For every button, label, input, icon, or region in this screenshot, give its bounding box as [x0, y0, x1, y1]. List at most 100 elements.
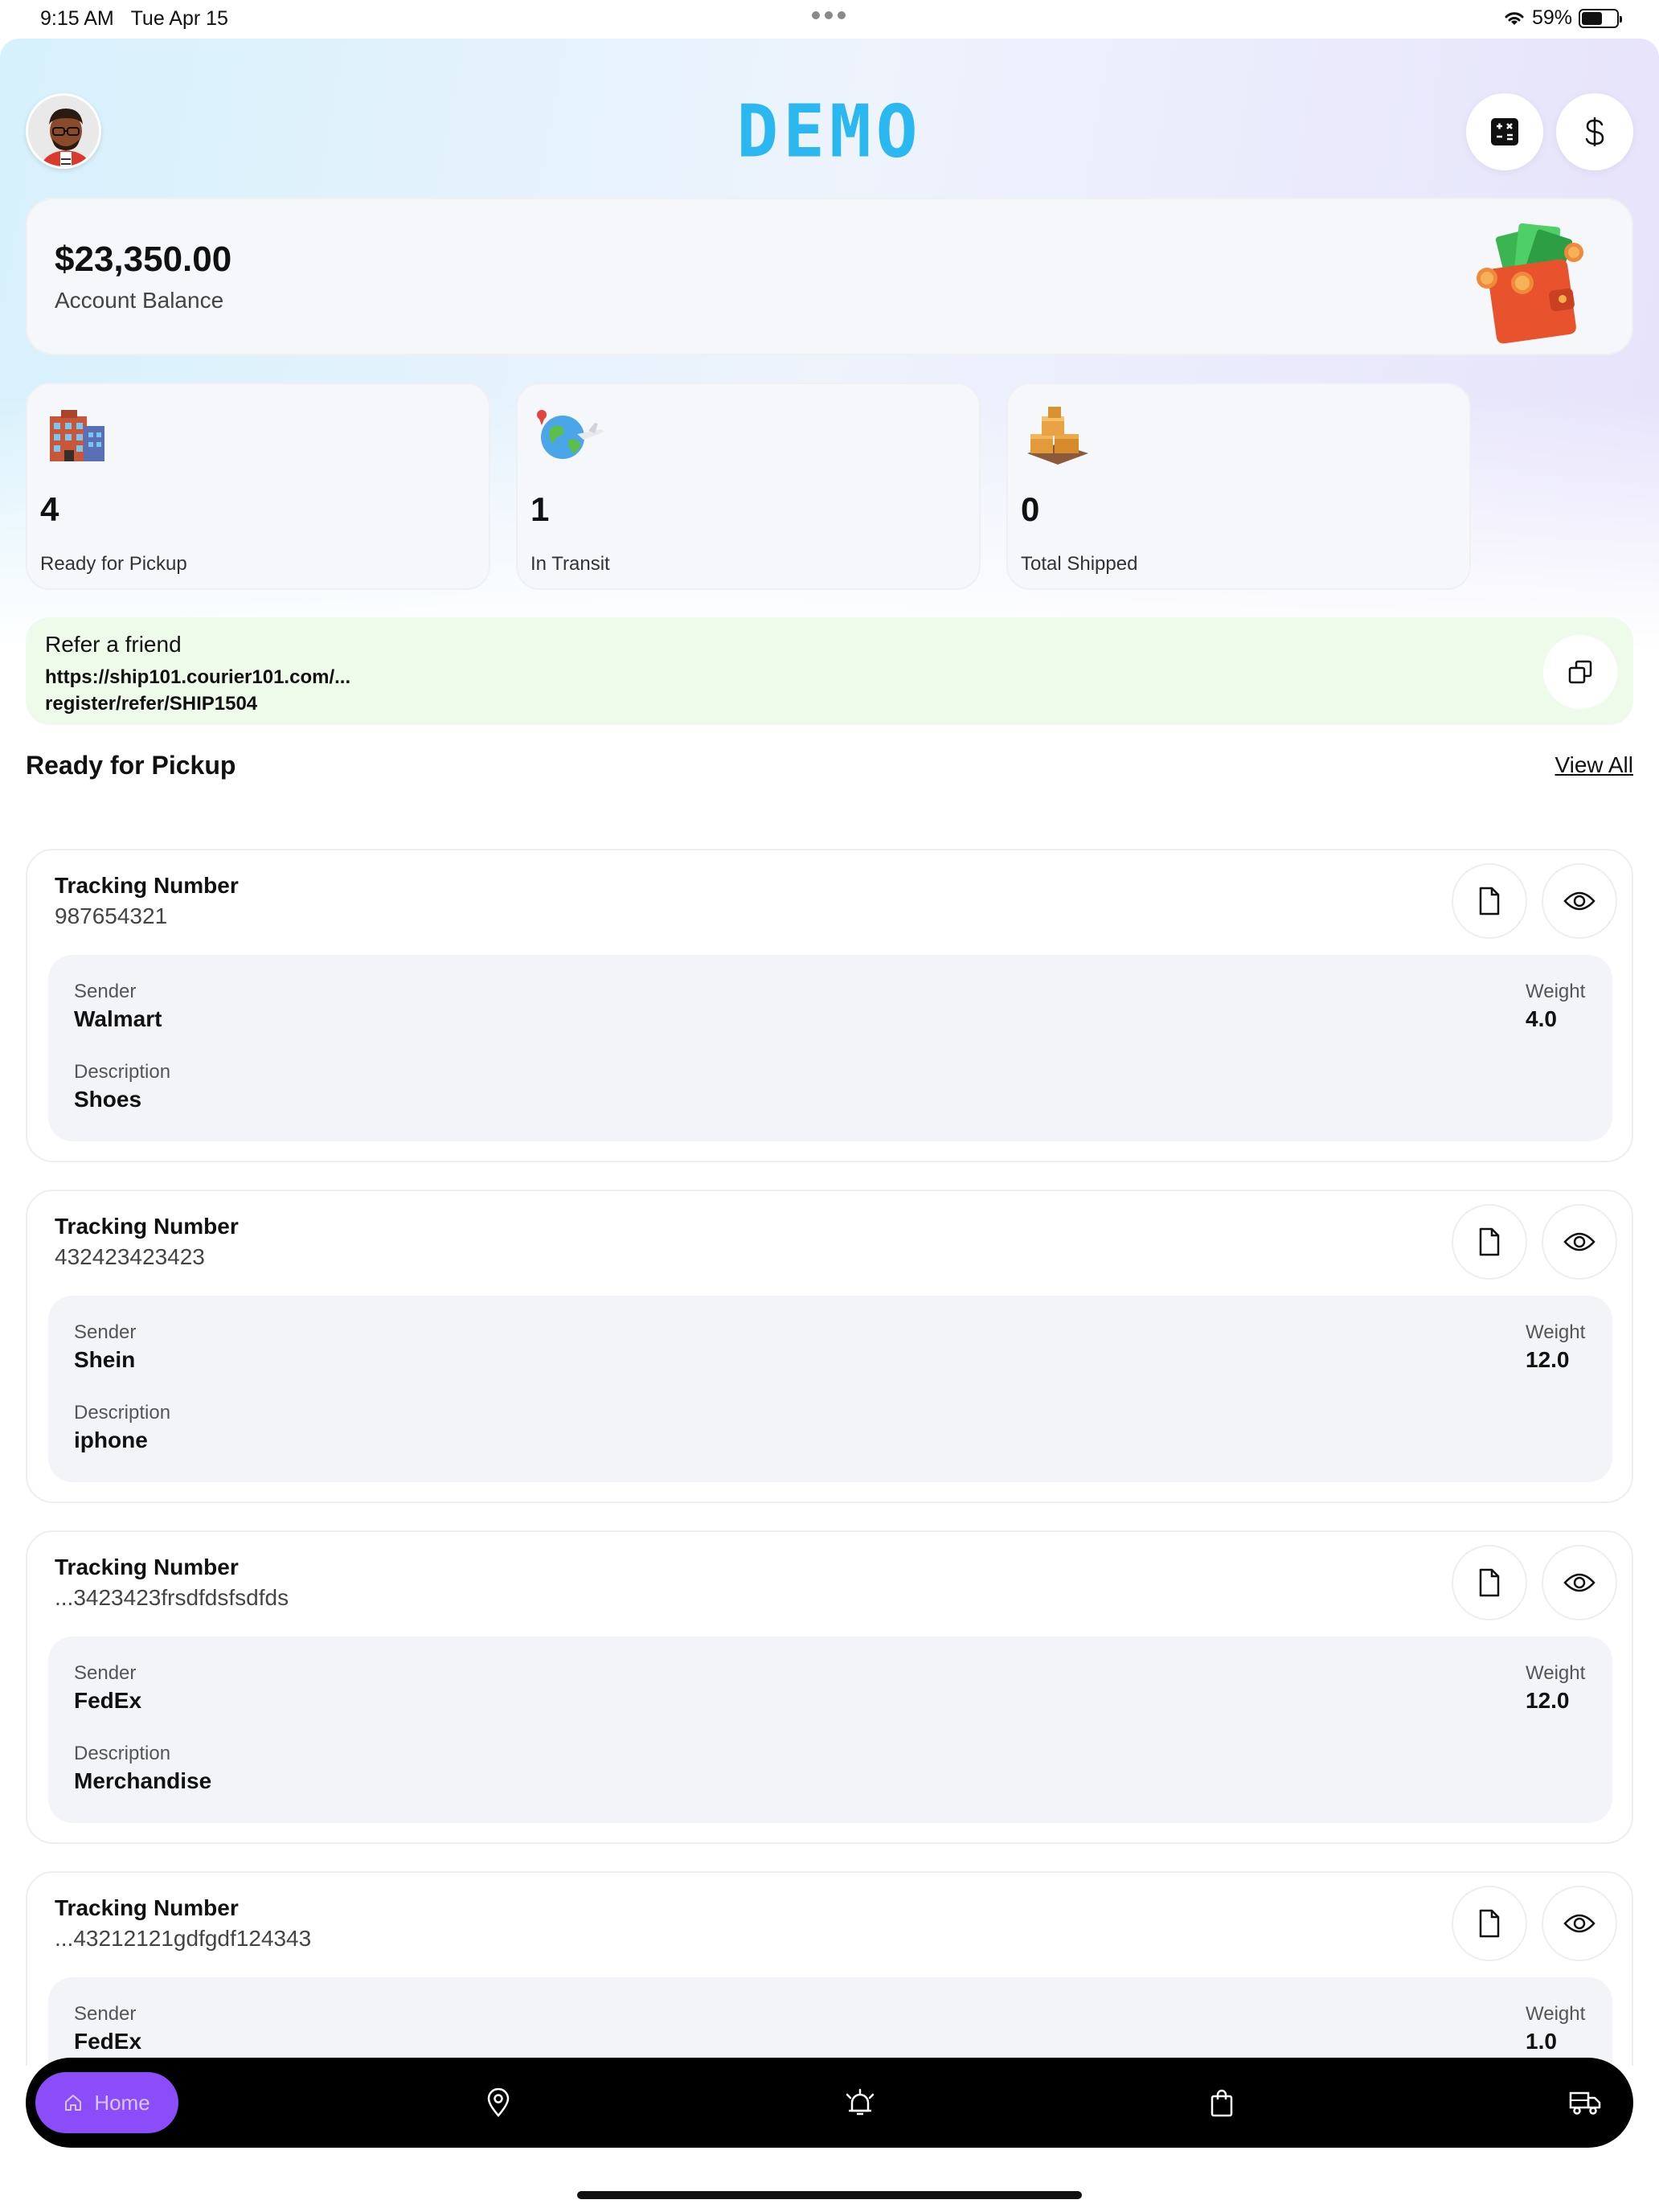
tracking-number: 987654321: [55, 903, 168, 928]
refer-link[interactable]: https://ship101.courier101.com/... regis…: [45, 664, 527, 717]
stat-value: 1: [530, 490, 550, 528]
sender-value: Shein: [74, 1347, 136, 1372]
stat-value: 0: [1021, 490, 1040, 528]
document-icon: [1479, 1227, 1500, 1256]
calculator-icon: [1491, 118, 1518, 145]
package-details: Sender FedEx Weight 1.0: [48, 1977, 1612, 2066]
copy-link-button[interactable]: [1543, 635, 1617, 709]
sender-value: FedEx: [74, 2029, 142, 2054]
sender-value: Walmart: [74, 1006, 162, 1031]
package-list[interactable]: Tracking Number 987654321 Sender Walmart…: [0, 810, 1659, 2066]
alarm-bell-icon: [846, 2088, 875, 2116]
stat-card-ready[interactable]: 4 Ready for Pickup: [26, 383, 490, 590]
weight-label: Weight: [1526, 1321, 1586, 1343]
battery-icon: [1579, 8, 1622, 28]
status-bar: 9:15 AM Tue Apr 15 59%: [0, 0, 1659, 39]
document-icon: [1479, 887, 1500, 916]
weight-label: Weight: [1526, 2003, 1586, 2025]
location-pin-icon: [487, 2088, 510, 2117]
refer-card: Refer a friend https://ship101.courier10…: [26, 617, 1633, 725]
package-details: Sender Walmart Weight 4.0 Description Sh…: [48, 955, 1612, 1141]
package-card[interactable]: Tracking Number ...43212121gdfgdf124343 …: [26, 1871, 1633, 2066]
description-label: Description: [74, 1061, 171, 1083]
tracking-label: Tracking Number: [55, 1895, 239, 1920]
building-icon: [50, 410, 104, 461]
document-button[interactable]: [1452, 863, 1527, 939]
tracking-number: ...3423423frsdfdsfsdfds: [55, 1585, 289, 1610]
home-icon: [65, 2095, 82, 2111]
view-all-link[interactable]: View All: [1555, 752, 1633, 778]
home-indicator[interactable]: [577, 2191, 1082, 2199]
bottom-nav: Home: [26, 2058, 1633, 2148]
description-value: Merchandise: [74, 1768, 212, 1793]
shopping-bag-icon: [1210, 2089, 1233, 2117]
globe-plane-icon: [537, 410, 604, 459]
document-button[interactable]: [1452, 1545, 1527, 1620]
description-label: Description: [74, 1743, 171, 1764]
sender-label: Sender: [74, 2003, 137, 2025]
stat-card-shipped[interactable]: 0 Total Shipped: [1006, 383, 1471, 590]
package-details: Sender Shein Weight 12.0 Description iph…: [48, 1296, 1612, 1482]
tracking-number: ...43212121gdfgdf124343: [55, 1926, 312, 1951]
balance-amount: $23,350.00: [55, 240, 232, 279]
nav-home-label: Home: [94, 2090, 150, 2115]
document-button[interactable]: [1452, 1204, 1527, 1280]
document-icon: [1479, 1909, 1500, 1938]
eye-icon: [1563, 1573, 1596, 1592]
app-screen: DEMO $23,350.00 Account Balance 4 Ready …: [0, 39, 1659, 2212]
weight-label: Weight: [1526, 981, 1586, 1002]
nav-notifications-button[interactable]: [844, 2087, 876, 2119]
tracking-label: Tracking Number: [55, 873, 239, 898]
currency-button[interactable]: [1556, 93, 1633, 170]
document-button[interactable]: [1452, 1886, 1527, 1961]
tracking-label: Tracking Number: [55, 1555, 239, 1579]
view-button[interactable]: [1542, 1204, 1617, 1280]
view-button[interactable]: [1542, 1545, 1617, 1620]
weight-label: Weight: [1526, 1662, 1586, 1684]
weight-value: 12.0: [1526, 1347, 1570, 1372]
tracking-number: 432423423423: [55, 1244, 205, 1269]
calculator-button[interactable]: [1466, 93, 1543, 170]
nav-home-button[interactable]: Home: [35, 2072, 178, 2133]
stat-card-transit[interactable]: 1 In Transit: [516, 383, 981, 590]
package-details: Sender FedEx Weight 12.0 Description Mer…: [48, 1636, 1612, 1823]
weight-value: 12.0: [1526, 1688, 1570, 1713]
package-card[interactable]: Tracking Number 432423423423 Sender Shei…: [26, 1190, 1633, 1503]
multitasking-dots-icon[interactable]: [812, 11, 846, 19]
sender-label: Sender: [74, 981, 137, 1002]
eye-icon: [1563, 891, 1596, 911]
app-logo: DEMO: [736, 89, 923, 174]
view-button[interactable]: [1542, 1886, 1617, 1961]
tracking-label: Tracking Number: [55, 1214, 239, 1239]
description-value: Shoes: [74, 1087, 142, 1112]
stat-value: 4: [40, 490, 59, 528]
weight-value: 1.0: [1526, 2029, 1557, 2054]
description-label: Description: [74, 1402, 171, 1423]
dollar-icon: [1585, 117, 1604, 146]
header: DEMO: [0, 39, 1659, 199]
refer-title: Refer a friend: [45, 632, 182, 657]
section-title: Ready for Pickup: [26, 751, 236, 780]
view-button[interactable]: [1542, 863, 1617, 939]
status-right: 59%: [1503, 6, 1622, 30]
boxes-icon: [1027, 407, 1088, 465]
balance-card: $23,350.00 Account Balance: [26, 198, 1633, 355]
weight-value: 4.0: [1526, 1006, 1557, 1031]
nav-location-button[interactable]: [482, 2087, 514, 2119]
package-card[interactable]: Tracking Number 987654321 Sender Walmart…: [26, 849, 1633, 1162]
wallet-money-icon: [1477, 223, 1583, 344]
description-value: iphone: [74, 1428, 148, 1452]
stat-label: Ready for Pickup: [40, 553, 187, 575]
nav-orders-button[interactable]: [1206, 2087, 1238, 2119]
delivery-truck-icon: [1569, 2091, 1601, 2115]
stat-label: Total Shipped: [1021, 553, 1138, 575]
sender-label: Sender: [74, 1321, 137, 1343]
package-card[interactable]: Tracking Number ...3423423frsdfdsfsdfds …: [26, 1530, 1633, 1844]
status-time: 9:15 AM Tue Apr 15: [40, 7, 228, 30]
copy-icon: [1568, 660, 1592, 684]
eye-icon: [1563, 1232, 1596, 1251]
document-icon: [1479, 1568, 1500, 1597]
nav-shipping-button[interactable]: [1569, 2087, 1601, 2119]
sender-label: Sender: [74, 1662, 137, 1684]
eye-icon: [1563, 1914, 1596, 1933]
